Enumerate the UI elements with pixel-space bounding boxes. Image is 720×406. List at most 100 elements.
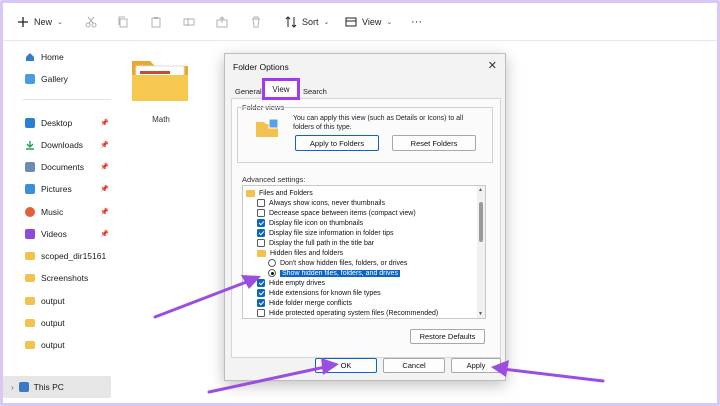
checkbox[interactable] <box>257 239 265 247</box>
scrollbar-thumb[interactable] <box>479 202 483 242</box>
sidebar-item-music[interactable]: Music 📌 <box>25 205 113 219</box>
setting-label: Hide protected operating system files (R… <box>269 309 439 317</box>
setting-row[interactable]: Hide protected operating system files (R… <box>257 308 438 318</box>
setting-row[interactable]: Display file icon on thumbnails <box>257 218 363 228</box>
sidebar-item-screenshots[interactable]: Screenshots <box>25 271 113 285</box>
sort-icon <box>285 16 297 28</box>
setting-row[interactable]: Show hidden files, folders, and drives <box>268 268 400 278</box>
chevron-down-icon: ⌄ <box>57 19 63 26</box>
sidebar-item-this-pc[interactable]: › This PC <box>3 376 111 398</box>
sidebar-item-label: Downloads <box>41 140 84 150</box>
sidebar-item-label: scoped_dir15161 <box>41 251 107 261</box>
delete-icon[interactable] <box>250 14 262 30</box>
sidebar-item-label: output <box>41 340 65 350</box>
sidebar-item-pictures[interactable]: Pictures 📌 <box>25 182 113 196</box>
sidebar-item-gallery[interactable]: Gallery <box>25 72 113 86</box>
apply-to-folders-button[interactable]: Apply to Folders <box>295 135 379 151</box>
sidebar-item-output[interactable]: output <box>25 294 113 308</box>
checkbox[interactable] <box>257 209 265 217</box>
sidebar-item-label: Screenshots <box>41 273 89 283</box>
tab-general[interactable]: General <box>235 87 262 96</box>
sidebar-item-desktop[interactable]: Desktop 📌 <box>25 116 113 130</box>
sort-button[interactable]: Sort ⌄ <box>285 14 329 30</box>
folder-views-icon <box>255 118 279 140</box>
downloads-icon <box>25 140 35 150</box>
checkbox[interactable] <box>257 309 265 317</box>
desktop-icon <box>25 118 35 128</box>
more-icon: ··· <box>411 16 422 28</box>
close-icon[interactable]: ✕ <box>488 59 497 72</box>
new-button[interactable]: New ⌄ <box>17 14 63 30</box>
folder-options-dialog: Folder Options ✕ General View Search Fol… <box>224 53 506 381</box>
folder-icon <box>246 189 255 197</box>
setting-row[interactable]: Hide empty drives <box>257 278 325 288</box>
share-icon[interactable] <box>216 14 228 30</box>
sidebar-item-output[interactable]: output <box>25 316 113 330</box>
checkbox[interactable] <box>257 229 265 237</box>
new-label: New <box>34 17 53 27</box>
setting-label: Hide extensions for known file types <box>269 289 381 297</box>
sidebar-item-label: output <box>41 296 65 306</box>
sidebar-item-videos[interactable]: Videos 📌 <box>25 227 113 241</box>
folder-icon[interactable] <box>130 55 190 103</box>
reset-folders-button[interactable]: Reset Folders <box>392 135 476 151</box>
sidebar-item-home[interactable]: Home <box>25 50 113 64</box>
sidebar-item-label: output <box>41 318 65 328</box>
videos-icon <box>25 229 35 239</box>
setting-row[interactable]: Always show icons, never thumbnails <box>257 198 385 208</box>
setting-label: Don't show hidden files, folders, or dri… <box>280 259 408 267</box>
sidebar-item-output[interactable]: output <box>25 338 113 352</box>
pin-icon: 📌 <box>100 186 109 193</box>
paste-icon[interactable] <box>150 14 162 30</box>
view-icon <box>345 16 357 28</box>
folder-icon <box>25 274 35 282</box>
setting-label: Decrease space between items (compact vi… <box>269 209 416 217</box>
pictures-icon <box>25 184 35 194</box>
sidebar-item-documents[interactable]: Documents 📌 <box>25 160 113 174</box>
sidebar-item-label: This PC <box>33 382 64 392</box>
checkbox[interactable] <box>257 299 265 307</box>
apply-button[interactable]: Apply <box>451 358 501 373</box>
setting-row[interactable]: Decrease space between items (compact vi… <box>257 208 416 218</box>
copy-icon[interactable] <box>117 14 129 30</box>
tab-view[interactable]: View <box>262 78 300 100</box>
scrollbar[interactable]: ▲ ▼ <box>477 186 485 318</box>
arrow-to-apply <box>501 367 605 383</box>
setting-row[interactable]: Don't show hidden files, folders, or dri… <box>268 258 407 268</box>
restore-defaults-button[interactable]: Restore Defaults <box>410 329 485 344</box>
command-bar: New ⌄ Sort ⌄ View ⌄ ··· <box>3 3 717 41</box>
setting-label: Hidden files and folders <box>270 249 344 257</box>
setting-label: Files and Folders <box>259 189 313 197</box>
ok-button[interactable]: OK <box>315 358 377 373</box>
more-options-button[interactable]: ··· <box>411 14 422 30</box>
sidebar-item-label: Desktop <box>41 118 73 128</box>
radio-button[interactable] <box>268 269 276 277</box>
setting-label: Display file size information in folder … <box>269 229 394 237</box>
sidebar-item-label: Documents <box>41 162 84 172</box>
radio-button[interactable] <box>268 259 276 267</box>
setting-row[interactable]: Display file size information in folder … <box>257 228 394 238</box>
setting-row[interactable]: Files and Folders <box>246 188 313 198</box>
tab-search[interactable]: Search <box>303 87 327 96</box>
setting-label: Display the full path in the title bar <box>269 239 375 247</box>
advanced-settings-list[interactable]: Files and Folders Always show icons, neve… <box>242 185 486 319</box>
chevron-down-icon: ⌄ <box>386 19 393 26</box>
cancel-button[interactable]: Cancel <box>383 358 445 373</box>
sidebar-item-downloads[interactable]: Downloads 📌 <box>25 138 113 152</box>
setting-row[interactable]: Display the full path in the title bar <box>257 238 374 248</box>
sidebar-item-scoped-dir[interactable]: scoped_dir15161 <box>25 249 113 263</box>
chevron-down-icon: ⌄ <box>323 19 330 26</box>
setting-row[interactable]: Hidden files and folders <box>257 248 343 258</box>
setting-row[interactable]: Hide folder merge conflicts <box>257 298 352 308</box>
checkbox[interactable] <box>257 279 265 287</box>
rename-icon[interactable] <box>183 14 195 30</box>
view-button[interactable]: View ⌄ <box>345 14 392 30</box>
checkbox[interactable] <box>257 199 265 207</box>
checkbox[interactable] <box>257 289 265 297</box>
view-label: View <box>362 17 382 27</box>
checkbox[interactable] <box>257 219 265 227</box>
setting-row[interactable]: Hide extensions for known file types <box>257 288 381 298</box>
cut-icon[interactable] <box>85 14 97 30</box>
sidebar-item-label: Home <box>41 52 64 62</box>
setting-label: Hide folder merge conflicts <box>269 299 352 307</box>
